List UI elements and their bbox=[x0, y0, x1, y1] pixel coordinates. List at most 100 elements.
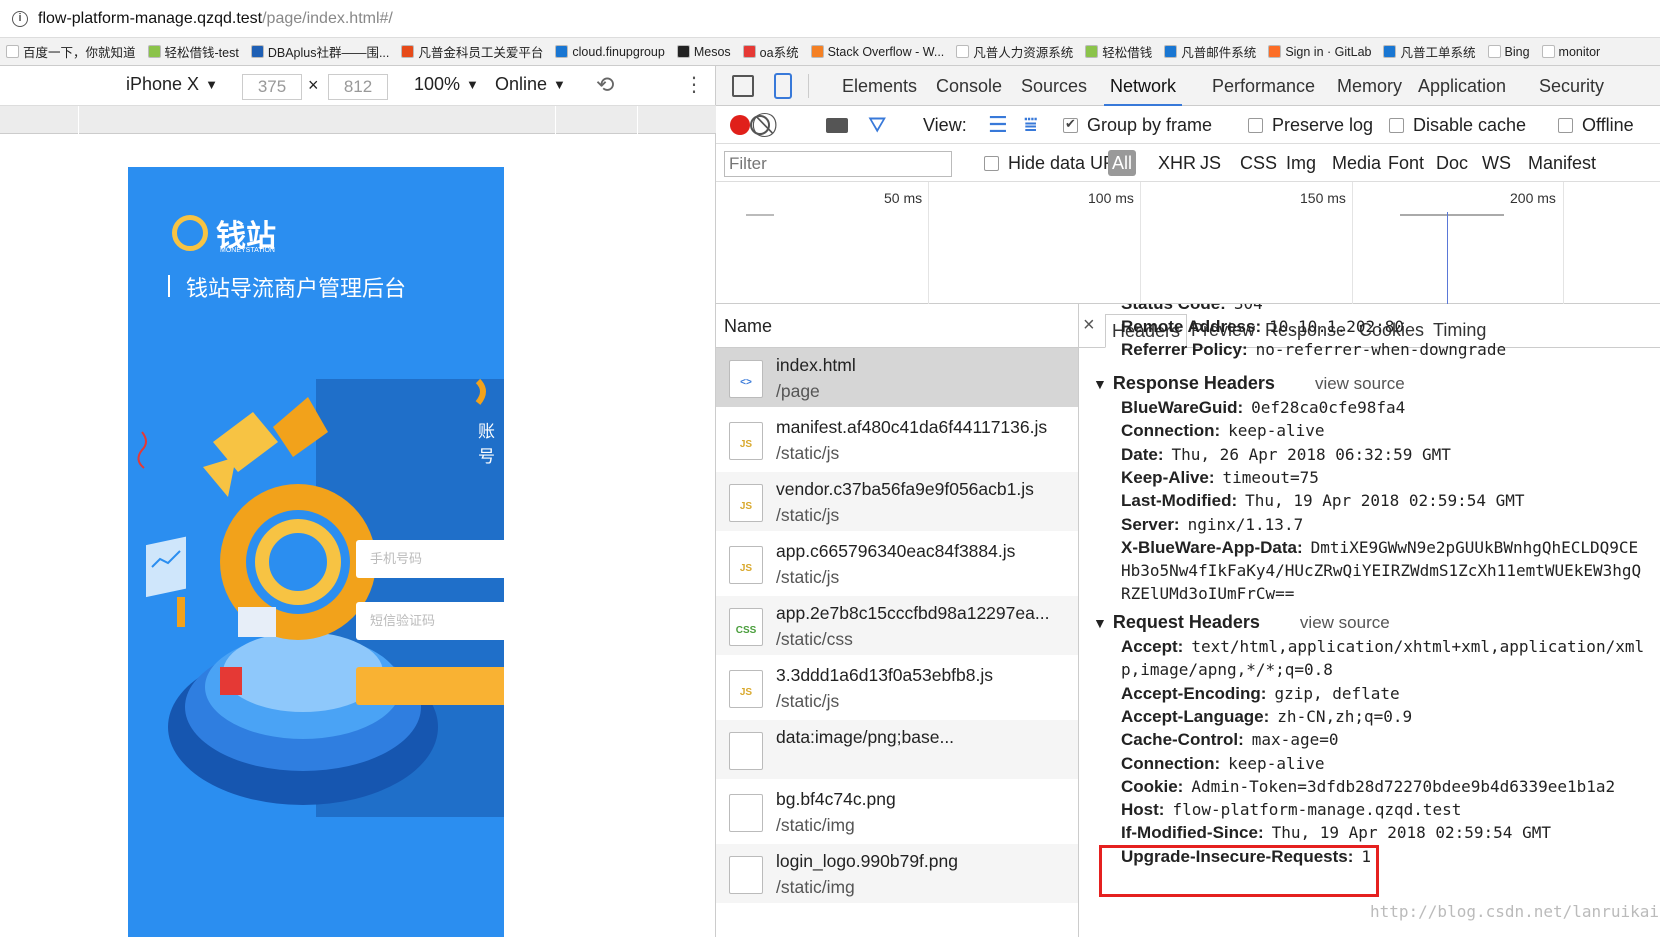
bookmark-item[interactable]: Mesos bbox=[671, 45, 737, 59]
offline-checkbox[interactable]: Offline bbox=[1558, 106, 1634, 144]
bookmark-item[interactable]: 轻松借钱 bbox=[1079, 42, 1158, 61]
tab-elements[interactable]: Elements bbox=[836, 66, 923, 106]
request-path: /static/js bbox=[776, 443, 840, 463]
bookmark-item[interactable]: Bing bbox=[1482, 45, 1536, 59]
record-button[interactable] bbox=[730, 106, 750, 144]
tab-application[interactable]: Application bbox=[1412, 66, 1512, 106]
watermark: http://blog.csdn.net/lanruikai bbox=[1370, 902, 1659, 921]
tick-label: 100 ms bbox=[1088, 190, 1134, 206]
request-path: /static/css bbox=[776, 629, 853, 649]
table-row[interactable]: CSS app.2e7b8c15cccfbd98a12297ea... /stati… bbox=[716, 596, 1078, 655]
type-filter-all[interactable]: All bbox=[1108, 150, 1137, 176]
view-source-link[interactable]: view source bbox=[1315, 374, 1405, 393]
media-query-ruler[interactable] bbox=[0, 106, 716, 134]
bookmark-item[interactable]: 凡普金科员工关爱平台 bbox=[395, 42, 549, 61]
disable-cache-checkbox[interactable]: Disable cache bbox=[1389, 106, 1526, 144]
bookmark-item[interactable]: monitor bbox=[1536, 45, 1607, 59]
inspect-element-icon[interactable] bbox=[732, 75, 754, 97]
bookmark-item[interactable]: 凡普邮件系统 bbox=[1158, 42, 1262, 61]
zoom-select[interactable]: 100% ▼ bbox=[414, 74, 479, 95]
address-bar[interactable]: i flow-platform-manage.qzqd.test/page/in… bbox=[0, 0, 1660, 38]
tab-sources[interactable]: Sources bbox=[1015, 66, 1093, 106]
bookmark-item[interactable]: Stack Overflow - W... bbox=[805, 45, 951, 59]
bookmark-label: Stack Overflow - W... bbox=[827, 44, 945, 59]
bookmark-item[interactable]: 凡普工单系统 bbox=[1377, 42, 1481, 61]
name-column-header[interactable]: Name bbox=[716, 304, 1078, 348]
type-filter-xhr[interactable]: XHR bbox=[1158, 144, 1196, 182]
preserve-log-checkbox[interactable]: Preserve log bbox=[1248, 106, 1373, 144]
bookmark-item[interactable]: Sign in · GitLab bbox=[1262, 45, 1377, 59]
bookmarks-bar: 百度一下，你就知道 轻松借钱-test DBAplus社群——围... 凡普金科员工关… bbox=[0, 38, 1660, 66]
type-filter-img[interactable]: Img bbox=[1286, 144, 1316, 182]
login-button[interactable] bbox=[356, 667, 504, 705]
table-row[interactable]: <> index.html/page bbox=[716, 348, 1078, 407]
general-referrer-policy: Referrer Policy: no-referrer-when-downgra… bbox=[1121, 340, 1506, 360]
group-by-frame-checkbox[interactable]: Group by frame bbox=[1063, 106, 1212, 144]
tab-console[interactable]: Console bbox=[930, 66, 1008, 106]
table-row[interactable]: JS manifest.af480c41da6f44117136.js/stati… bbox=[716, 410, 1078, 469]
tab-security[interactable]: Security bbox=[1533, 66, 1610, 106]
bookmark-icon bbox=[1487, 45, 1501, 58]
request-path: /static/js bbox=[776, 567, 840, 587]
table-row[interactable]: bg.bf4c74c.png/static/img bbox=[716, 782, 1078, 841]
url-host: flow-platform-manage.qzqd.test bbox=[38, 9, 263, 27]
table-row[interactable]: data:image/png;base... bbox=[716, 720, 1078, 779]
sms-code-input[interactable]: 短信验证码 bbox=[356, 602, 504, 640]
header-key: Date: bbox=[1121, 444, 1164, 464]
js-file-icon: JS bbox=[729, 484, 763, 522]
waterfall-icon[interactable]: ⩸ bbox=[1024, 106, 1037, 144]
bookmark-icon bbox=[810, 45, 824, 58]
tab-network[interactable]: Network bbox=[1104, 66, 1183, 106]
bookmark-item[interactable]: 百度一下，你就知道 bbox=[0, 42, 142, 61]
request-name: app.c665796340eac84f3884.js bbox=[776, 541, 1016, 561]
type-filter-manifest[interactable]: Manifest bbox=[1528, 144, 1596, 182]
more-options-icon[interactable]: ⋮ bbox=[684, 72, 704, 97]
rotate-icon[interactable]: ⟲ bbox=[596, 72, 614, 98]
type-filter-doc[interactable]: Doc bbox=[1436, 144, 1468, 182]
request-detail-pane: × HeadersPreviewResponseCookiesTiming St… bbox=[1079, 304, 1660, 937]
bookmark-item[interactable]: DBAplus社群——围... bbox=[245, 42, 396, 61]
close-icon[interactable]: × bbox=[1083, 314, 1095, 337]
view-source-link[interactable]: view source bbox=[1300, 613, 1390, 632]
device-toggle-icon[interactable] bbox=[774, 73, 792, 99]
type-filter-media[interactable]: Media bbox=[1332, 144, 1381, 182]
response-headers-section[interactable]: ▼ Response Headers view source bbox=[1093, 373, 1405, 394]
tab-memory[interactable]: Memory bbox=[1331, 66, 1408, 106]
bookmark-label: 轻松借钱 bbox=[1102, 46, 1153, 60]
filter-input[interactable] bbox=[724, 151, 952, 177]
screenshot-button[interactable] bbox=[826, 106, 848, 144]
table-row[interactable]: JS 3.3ddd1a6d13f0a53ebfb8.js/static/js bbox=[716, 658, 1078, 717]
request-header: Host: flow-platform-manage.qzqd.test bbox=[1121, 800, 1461, 820]
network-overview-timeline[interactable]: 50 ms 100 ms 150 ms 200 ms bbox=[716, 182, 1660, 304]
request-headers-section[interactable]: ▼ Request Headers view source bbox=[1093, 612, 1390, 633]
bookmark-item[interactable]: 凡普人力资源系统 bbox=[950, 42, 1079, 61]
type-filter-ws[interactable]: WS bbox=[1482, 144, 1511, 182]
js-file-icon: JS bbox=[729, 546, 763, 584]
header-value: 0ef28ca0cfe98fa4 bbox=[1251, 398, 1406, 417]
table-row[interactable]: JS vendor.c37ba56fa9e9f056acb1.js/static/… bbox=[716, 472, 1078, 531]
type-filter-font[interactable]: Font bbox=[1388, 144, 1424, 182]
height-input[interactable]: 812 bbox=[328, 74, 388, 100]
type-filter-js[interactable]: JS bbox=[1200, 144, 1221, 182]
table-row[interactable]: JS app.c665796340eac84f3884.js/static/js bbox=[716, 534, 1078, 593]
bookmark-icon bbox=[676, 45, 690, 58]
info-icon[interactable]: i bbox=[12, 10, 28, 27]
request-header: p,image/apng,*/*;q=0.8 bbox=[1121, 660, 1333, 680]
table-row[interactable]: login_logo.990b79f.png/static/img bbox=[716, 844, 1078, 903]
large-rows-icon[interactable]: ☰ bbox=[988, 106, 1008, 144]
throttle-select[interactable]: Online ▼ bbox=[495, 74, 566, 95]
width-input[interactable]: 375 bbox=[242, 74, 302, 100]
bookmark-item[interactable]: 轻松借钱-test bbox=[142, 42, 245, 61]
section-title: Request Headers bbox=[1112, 612, 1260, 632]
bookmark-label: 百度一下，你就知道 bbox=[23, 46, 136, 60]
phone-input[interactable]: 手机号码 bbox=[356, 540, 504, 578]
tab-performance[interactable]: Performance bbox=[1206, 66, 1321, 106]
video-camera-icon bbox=[826, 117, 848, 133]
type-filter-css[interactable]: CSS bbox=[1240, 144, 1277, 182]
device-select[interactable]: iPhone X ▼ bbox=[126, 74, 218, 95]
bookmark-item[interactable]: oa系统 bbox=[737, 42, 805, 61]
clear-button[interactable]: ⃠ bbox=[750, 106, 790, 144]
request-path: /static/img bbox=[776, 877, 855, 897]
bookmark-item[interactable]: cloud.finupgroup bbox=[549, 45, 670, 59]
filter-button[interactable]: ⛛ bbox=[868, 106, 886, 144]
